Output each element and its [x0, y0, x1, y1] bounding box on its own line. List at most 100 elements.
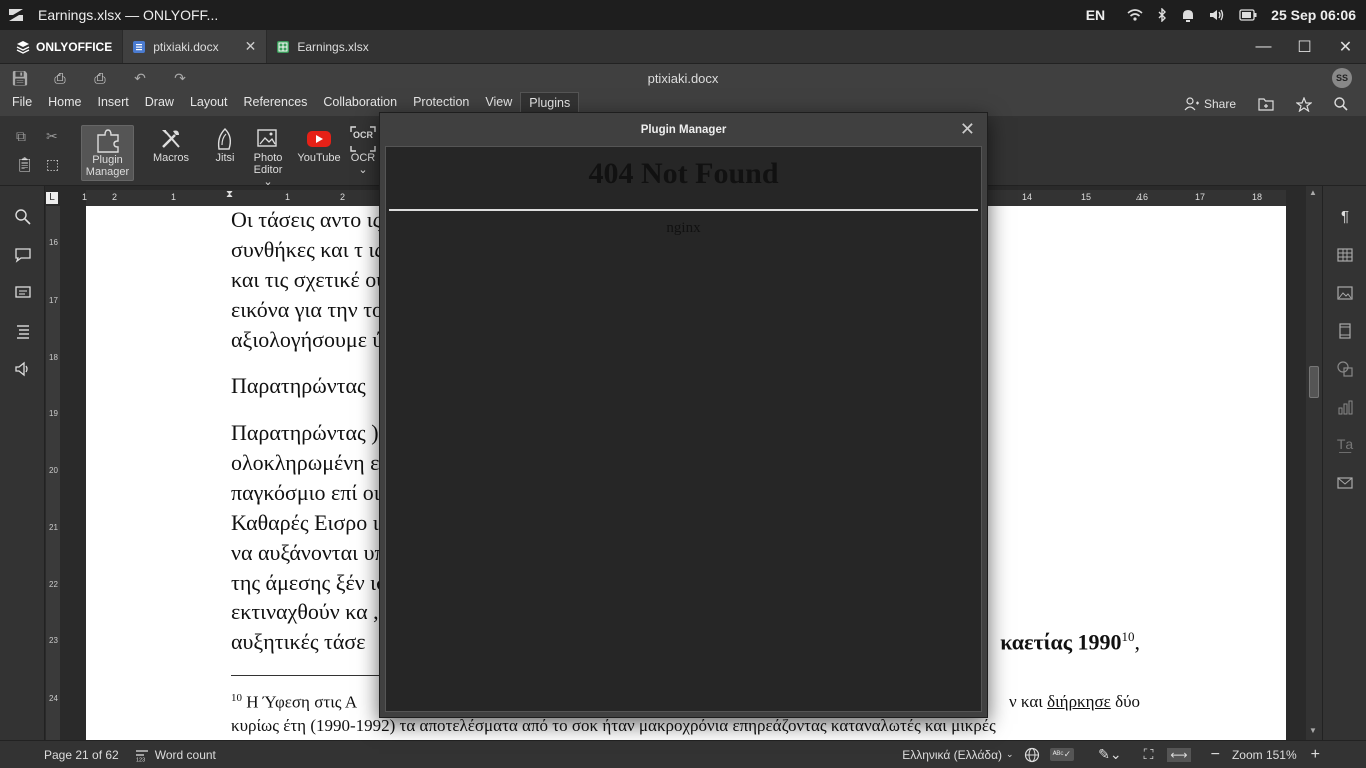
bluetooth-icon[interactable] — [1157, 8, 1167, 22]
photo-editor-button[interactable]: Photo Editor ⌄ — [248, 126, 288, 188]
ruler-label: 14 — [1022, 192, 1033, 202]
mail-merge-icon[interactable] — [1336, 474, 1354, 492]
share-label: Share — [1203, 97, 1236, 111]
ruler-label: 19 — [49, 409, 58, 418]
tab-selector-icon[interactable]: L — [46, 192, 58, 204]
jitsi-label: Jitsi — [215, 152, 235, 164]
speaker-icon[interactable] — [14, 360, 32, 378]
right-indent-marker-icon[interactable]: ▵ — [1136, 192, 1141, 203]
fit-width-icon[interactable]: ⟷ — [1167, 747, 1191, 762]
indent-marker-icon[interactable]: ⧗ — [226, 189, 233, 200]
text-art-icon[interactable]: T͟a — [1336, 436, 1354, 454]
quick-print-icon[interactable]: ⎙ — [80, 70, 120, 87]
minimize-icon[interactable]: — — [1243, 38, 1284, 56]
volume-icon[interactable] — [1209, 8, 1225, 22]
open-file-location-icon[interactable] — [1258, 97, 1274, 111]
chat-icon[interactable] — [14, 284, 32, 302]
ruler-label: 16 — [49, 238, 58, 247]
youtube-icon — [297, 126, 341, 152]
paste-icon[interactable]: 📋︎ — [16, 156, 34, 173]
document-icon — [133, 40, 146, 53]
set-document-language-icon[interactable] — [1024, 747, 1040, 763]
menu-draw[interactable]: Draw — [137, 92, 182, 116]
scroll-up-icon[interactable]: ▲ — [1309, 188, 1317, 197]
scroll-down-icon[interactable]: ▼ — [1309, 726, 1317, 735]
menu-home[interactable]: Home — [40, 92, 89, 116]
macros-button[interactable]: Macros — [150, 126, 192, 164]
image-settings-icon[interactable] — [1336, 284, 1354, 302]
fit-page-icon[interactable]: ⛶ — [1144, 746, 1154, 763]
track-changes-icon[interactable]: ✎⌄ — [1098, 746, 1121, 763]
close-window-icon[interactable]: ✕ — [1325, 37, 1366, 57]
ocr-dropdown-icon[interactable]: ⌄ — [349, 164, 377, 176]
word-count-button[interactable]: 123 Word count — [135, 748, 216, 762]
onlyoffice-brand[interactable]: ONLYOFFICE — [0, 30, 122, 63]
footnote-text-start: Η Ύφεση στις Α — [246, 692, 358, 712]
zoom-level[interactable]: Zoom 151% — [1232, 748, 1297, 762]
vertical-ruler[interactable]: 16 17 18 19 20 21 22 23 24 — [46, 206, 60, 740]
undo-icon[interactable]: ↶ — [120, 70, 160, 87]
redo-icon[interactable]: ↷ — [160, 70, 200, 87]
select-all-icon[interactable]: ⬚ — [46, 156, 59, 173]
wifi-icon[interactable] — [1127, 8, 1143, 22]
maximize-icon[interactable]: ☐ — [1284, 37, 1325, 57]
notification-bell-icon[interactable] — [1181, 8, 1195, 23]
share-button[interactable]: Share — [1184, 97, 1236, 111]
chevron-down-icon: ⌄ — [1006, 749, 1014, 759]
copy-icon[interactable]: ⧉ — [16, 128, 26, 145]
plugin-manager-label-2: Manager — [85, 166, 130, 178]
zoom-out-icon[interactable]: − — [1211, 746, 1220, 764]
chart-settings-icon[interactable] — [1336, 398, 1354, 416]
print-icon[interactable]: ⎙ — [40, 70, 80, 87]
paragraph-settings-icon[interactable]: ¶ — [1336, 208, 1354, 226]
document-title: ptixiaki.docx — [647, 70, 719, 86]
photo-editor-label-1: Photo — [253, 152, 283, 164]
footnote-separator — [231, 675, 381, 676]
spell-check-icon[interactable]: ᴬᴮᶜ✓ — [1049, 748, 1075, 761]
zoom-in-icon[interactable]: + — [1311, 746, 1320, 764]
tab-earnings-xlsx[interactable]: Earnings.xlsx — [266, 30, 406, 63]
quick-access-toolbar: ptixiaki.docx 💾︎ ⎙ ⎙ ↶ ↷ SS — [0, 64, 1366, 92]
menu-references[interactable]: References — [235, 92, 315, 116]
navigation-icon[interactable] — [14, 322, 32, 340]
clock[interactable]: 25 Sep 06:06 — [1271, 7, 1356, 23]
header-footer-icon[interactable] — [1336, 322, 1354, 340]
plugin-manager-button[interactable]: Plugin Manager — [81, 125, 134, 181]
ocr-button[interactable]: OCR OCR ⌄ — [349, 126, 377, 176]
plugin-manager-frame[interactable]: 404 Not Found nginx — [385, 146, 982, 712]
close-icon[interactable]: ✕ — [960, 120, 975, 138]
avatar[interactable]: SS — [1332, 68, 1352, 88]
page-indicator[interactable]: Page 21 of 62 — [44, 748, 119, 762]
scrollbar-thumb[interactable] — [1309, 366, 1319, 398]
menu-layout[interactable]: Layout — [182, 92, 236, 116]
footnote-ref: 10 — [1121, 629, 1135, 644]
comments-icon[interactable] — [14, 246, 32, 264]
tab-ptixiaki-docx[interactable]: ptixiaki.docx ✕ — [122, 30, 267, 63]
bold-text: καετίας 1990 — [1000, 629, 1122, 655]
youtube-button[interactable]: YouTube — [297, 126, 341, 164]
cut-icon[interactable]: ✂ — [46, 128, 58, 145]
os-logo-icon[interactable] — [6, 5, 26, 25]
right-sidebar: ¶ T͟a — [1322, 186, 1366, 740]
footnote-line-2: κυρίως έτη (1990-1992) τα αποτελέσματα α… — [231, 716, 996, 735]
dialog-title: Plugin Manager — [640, 124, 727, 136]
macros-label: Macros — [152, 152, 190, 164]
vertical-scrollbar[interactable]: ▲ ▼ — [1306, 186, 1322, 740]
youtube-label: YouTube — [297, 152, 341, 164]
table-settings-icon[interactable] — [1336, 246, 1354, 264]
keyboard-language[interactable]: EN — [1086, 7, 1105, 23]
menu-file[interactable]: File — [4, 92, 40, 116]
search-icon[interactable] — [1334, 97, 1348, 111]
search-icon[interactable] — [14, 208, 32, 226]
battery-icon[interactable] — [1239, 9, 1257, 21]
ruler-label: 18 — [1252, 192, 1263, 202]
system-top-bar: Earnings.xlsx — ONLYOFF... EN 25 Sep 06:… — [0, 0, 1366, 30]
menu-insert[interactable]: Insert — [90, 92, 137, 116]
favorite-star-icon[interactable] — [1296, 96, 1312, 112]
close-tab-icon[interactable]: ✕ — [245, 38, 257, 55]
language-selector[interactable]: Ελληνικά (Ελλάδα) ⌄ — [902, 748, 1013, 762]
save-icon[interactable]: 💾︎ — [0, 70, 40, 87]
jitsi-button[interactable]: Jitsi — [210, 126, 240, 164]
shape-settings-icon[interactable] — [1336, 360, 1354, 378]
tab-label: ptixiaki.docx — [153, 39, 219, 54]
